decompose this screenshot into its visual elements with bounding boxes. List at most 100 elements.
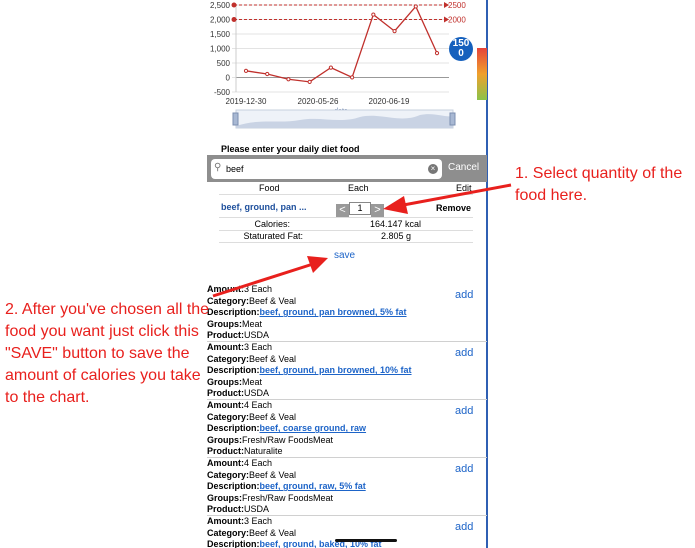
callout-save: 2. After you've chosen all the food you … bbox=[5, 301, 210, 406]
date-range-slider[interactable] bbox=[232, 109, 456, 129]
data-point[interactable] bbox=[392, 29, 397, 34]
result-category-value: Beef & Veal bbox=[249, 411, 297, 422]
data-point[interactable] bbox=[265, 71, 270, 77]
selected-food-name[interactable]: beef, ground, pan ... bbox=[221, 202, 307, 212]
column-each: Each bbox=[348, 183, 369, 193]
increment-button[interactable]: > bbox=[371, 204, 384, 217]
result-category-line: Category:Beef & Veal bbox=[207, 296, 487, 308]
reference-line-start bbox=[231, 17, 237, 22]
quantity-stepper[interactable]: < 1 > bbox=[336, 202, 384, 217]
data-point[interactable] bbox=[371, 12, 376, 17]
food-result-item: Amount:3 Each Category:Beef & Veal Descrip… bbox=[207, 516, 487, 548]
result-groups-label: Groups: bbox=[207, 492, 242, 503]
divider bbox=[219, 242, 473, 243]
add-button[interactable]: add bbox=[455, 405, 473, 418]
calorie-chart: 2,500 2,000 1,500 1,000 500 0 -500 2500 2000 20… bbox=[210, 1, 466, 129]
x-tick-label: 2020-05-26 bbox=[298, 97, 339, 106]
decrement-button[interactable]: < bbox=[336, 204, 349, 217]
search-box[interactable]: ⚲ × bbox=[211, 159, 442, 179]
callout-quantity: 1. Select quantity of the food here. bbox=[515, 165, 683, 204]
y-tick-label: 2,000 bbox=[210, 16, 231, 25]
quantity-value[interactable]: 1 bbox=[349, 202, 371, 215]
data-point[interactable] bbox=[243, 68, 249, 73]
slider-handle-right[interactable] bbox=[449, 112, 456, 126]
result-product-value: Naturalite bbox=[244, 446, 283, 457]
data-point[interactable] bbox=[286, 77, 291, 82]
search-bar: ⚲ × Cancel bbox=[207, 155, 487, 182]
result-groups-value: Fresh/Raw FoodsMeat bbox=[242, 492, 334, 503]
result-category-value: Beef & Veal bbox=[249, 527, 297, 538]
result-product-line: Product:USDA bbox=[207, 388, 487, 400]
data-point[interactable] bbox=[413, 4, 418, 9]
data-point[interactable] bbox=[328, 65, 333, 70]
result-category-label: Category: bbox=[207, 469, 250, 480]
x-tick-label: 2019-12-30 bbox=[226, 97, 267, 106]
slider-handle-left[interactable] bbox=[232, 112, 239, 126]
food-result-item: Amount:3 Each Category:Beef & Veal Descrip… bbox=[207, 284, 487, 342]
result-description-line: Description:beef, ground, pan browned, 1… bbox=[207, 365, 487, 377]
result-product-value: USDA bbox=[244, 504, 270, 515]
result-category-label: Category: bbox=[207, 527, 250, 538]
result-product-label: Product: bbox=[207, 446, 244, 457]
result-description-link[interactable]: beef, ground, pan browned, 10% fat bbox=[260, 365, 412, 375]
result-amount-label: Amount: bbox=[207, 458, 244, 468]
result-description-link[interactable]: beef, coarse ground, raw bbox=[260, 423, 367, 433]
result-amount-line: Amount:4 Each bbox=[207, 400, 487, 412]
result-category-line: Category:Beef & Veal bbox=[207, 354, 487, 366]
result-category-value: Beef & Veal bbox=[249, 295, 297, 306]
saturated-fat-value: 2.805 g bbox=[381, 231, 412, 241]
result-description-line: Description:beef, ground, pan browned, 5… bbox=[207, 307, 487, 319]
data-point[interactable] bbox=[434, 51, 440, 56]
result-amount-label: Amount: bbox=[207, 284, 244, 294]
result-description-label: Description: bbox=[207, 423, 260, 434]
cancel-button[interactable]: Cancel bbox=[448, 162, 479, 173]
food-results-list: Amount:3 Each Category:Beef & Veal Descrip… bbox=[207, 284, 487, 548]
y-tick-label: 1,500 bbox=[210, 30, 231, 39]
result-product-line: Product:Naturalite bbox=[207, 446, 487, 458]
result-amount-value: 4 Each bbox=[244, 458, 273, 468]
result-amount-value: 4 Each bbox=[244, 400, 273, 410]
result-description-label: Description: bbox=[207, 481, 260, 492]
section-title: Please enter your daily diet food bbox=[221, 144, 360, 154]
result-description-label: Description: bbox=[207, 539, 260, 548]
data-point[interactable] bbox=[350, 75, 355, 80]
remove-button[interactable]: Remove bbox=[436, 203, 471, 213]
result-category-line: Category:Beef & Veal bbox=[207, 470, 487, 482]
result-description-link[interactable]: beef, ground, raw, 5% fat bbox=[260, 481, 366, 491]
result-amount-line: Amount:3 Each bbox=[207, 342, 487, 354]
search-input[interactable] bbox=[226, 162, 426, 176]
x-tick-label: 2020-06-19 bbox=[369, 97, 410, 106]
result-category-value: Beef & Veal bbox=[249, 353, 297, 364]
result-groups-line: Groups:Fresh/Raw FoodsMeat bbox=[207, 493, 487, 505]
result-amount-value: 3 Each bbox=[244, 516, 273, 526]
y-tick-label: -500 bbox=[214, 88, 231, 97]
food-result-item: Amount:4 Each Category:Beef & Veal Descrip… bbox=[207, 458, 487, 516]
result-groups-line: Groups:Meat bbox=[207, 377, 487, 389]
column-edit: Edit bbox=[456, 183, 472, 193]
clear-icon[interactable]: × bbox=[428, 164, 438, 174]
data-point[interactable] bbox=[307, 79, 312, 84]
add-button[interactable]: add bbox=[455, 347, 473, 360]
result-product-label: Product: bbox=[207, 504, 244, 515]
saturated-fat-label: Staturated Fat: bbox=[243, 231, 303, 241]
y-tick-label: 500 bbox=[217, 59, 231, 68]
result-product-line: Product:USDA bbox=[207, 504, 487, 516]
save-button[interactable]: save bbox=[334, 250, 355, 261]
add-button[interactable]: add bbox=[455, 521, 473, 534]
result-groups-value: Meat bbox=[242, 318, 263, 329]
y-tick-label: 0 bbox=[226, 74, 231, 83]
calories-label: Calories: bbox=[254, 219, 290, 229]
add-button[interactable]: add bbox=[455, 289, 473, 302]
calorie-target-badge[interactable]: 150 0 bbox=[449, 37, 473, 61]
result-amount-line: Amount:4 Each bbox=[207, 458, 487, 470]
food-result-item: Amount:3 Each Category:Beef & Veal Descrip… bbox=[207, 342, 487, 400]
add-button[interactable]: add bbox=[455, 463, 473, 476]
y-tick-label: 1,000 bbox=[210, 45, 231, 54]
result-product-value: USDA bbox=[244, 388, 270, 399]
result-amount-line: Amount:3 Each bbox=[207, 284, 487, 296]
result-description-link[interactable]: beef, ground, pan browned, 5% fat bbox=[260, 307, 407, 317]
result-category-line: Category:Beef & Veal bbox=[207, 412, 487, 424]
reference-line-label: 2500 bbox=[448, 1, 466, 10]
result-groups-value: Fresh/Raw FoodsMeat bbox=[242, 434, 334, 445]
y-tick-label: 2,500 bbox=[210, 1, 231, 10]
